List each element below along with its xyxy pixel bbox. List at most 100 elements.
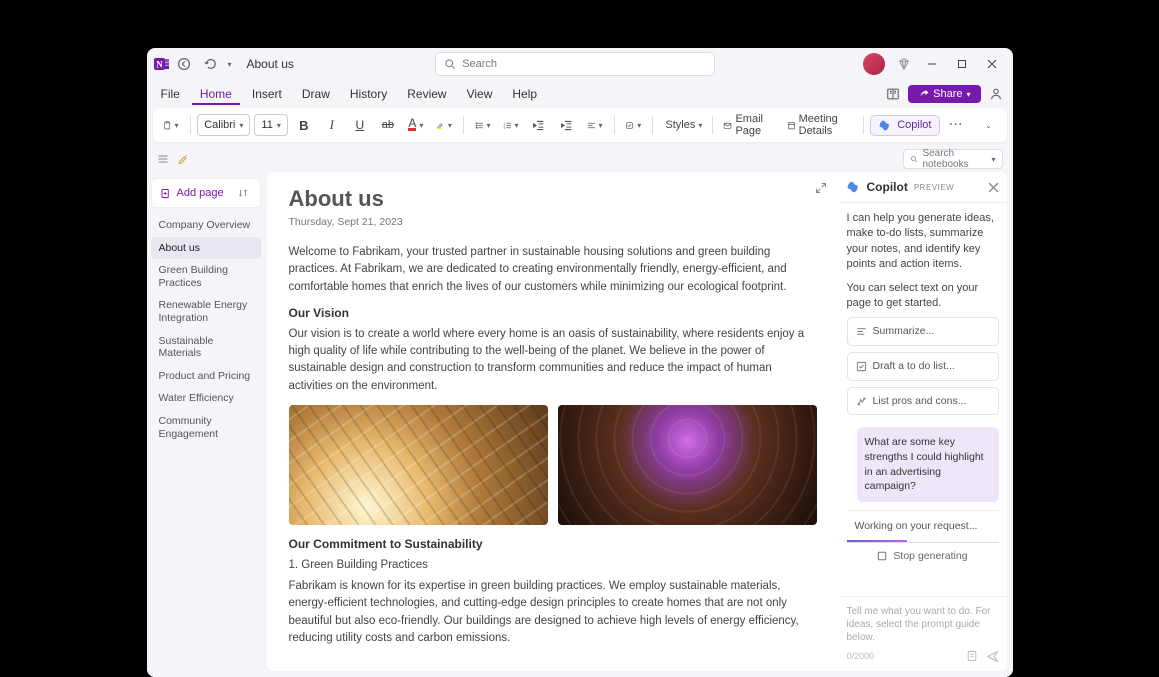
app-window: N ▾ About us Search FileHomeInsertDrawHi… xyxy=(147,48,1013,677)
indent-button[interactable] xyxy=(555,113,579,137)
commit-paragraph: Fabrikam is known for its expertise in g… xyxy=(289,578,817,647)
tag-button[interactable]: ▾ xyxy=(621,113,645,137)
image-wood-architecture xyxy=(289,405,548,525)
search-icon xyxy=(444,58,456,70)
copilot-input-area[interactable]: Tell me what you want to do. For ideas, … xyxy=(839,596,1007,671)
image-dome-architecture xyxy=(558,405,817,525)
page-item[interactable]: Water Efficiency xyxy=(151,387,261,410)
share-icon xyxy=(918,89,929,100)
menu-view[interactable]: View xyxy=(459,83,501,105)
prompt-guide-icon[interactable] xyxy=(966,650,978,662)
page-item[interactable]: Product and Pricing xyxy=(151,365,261,388)
bullets-button[interactable]: ▾ xyxy=(471,113,495,137)
main-area: Add page Company OverviewAbout usGreen B… xyxy=(147,172,1013,677)
paste-button[interactable]: ▾ xyxy=(159,113,183,137)
page-item[interactable]: Green Building Practices xyxy=(151,259,261,294)
font-color-button[interactable]: A▾ xyxy=(404,113,428,137)
strikethrough-button[interactable]: ab xyxy=(376,113,400,137)
global-search-box[interactable]: Search xyxy=(435,52,715,76)
copilot-header: Copilot PREVIEW xyxy=(839,172,1007,203)
menu-bar: FileHomeInsertDrawHistoryReviewViewHelp … xyxy=(147,80,1013,108)
undo-button[interactable] xyxy=(197,51,223,77)
sort-pages-icon[interactable] xyxy=(234,184,252,202)
bold-button[interactable]: B xyxy=(292,113,316,137)
menu-insert[interactable]: Insert xyxy=(244,83,290,105)
maximize-button[interactable] xyxy=(947,50,977,78)
account-manager-icon[interactable] xyxy=(985,83,1007,105)
summarize-icon xyxy=(856,326,867,337)
copilot-icon xyxy=(879,119,892,132)
page-item[interactable]: Community Engagement xyxy=(151,410,261,445)
suggestion-todo[interactable]: Draft a to do list... xyxy=(847,352,999,381)
expand-page-icon[interactable] xyxy=(815,182,827,194)
page-item[interactable]: Company Overview xyxy=(151,214,261,237)
copilot-close-button[interactable] xyxy=(988,182,999,193)
ink-to-text-icon[interactable] xyxy=(177,153,189,165)
user-avatar[interactable] xyxy=(863,53,885,75)
titlebar: N ▾ About us Search xyxy=(147,48,1013,80)
copilot-icon xyxy=(847,180,861,194)
todo-icon xyxy=(856,361,867,372)
copilot-panel: Copilot PREVIEW I can help you generate … xyxy=(839,172,1007,671)
email-page-button[interactable]: Email Page xyxy=(719,113,778,137)
font-family-select[interactable]: Calibri▾ xyxy=(197,114,250,136)
heading-commitment: Our Commitment to Sustainability xyxy=(289,537,817,551)
italic-button[interactable]: I xyxy=(320,113,344,137)
send-icon[interactable] xyxy=(986,650,999,663)
outdent-button[interactable] xyxy=(527,113,551,137)
onenote-app-icon: N xyxy=(153,55,171,73)
svg-text:N: N xyxy=(156,60,163,70)
highlight-button[interactable]: ▾ xyxy=(432,113,456,137)
diamond-icon[interactable] xyxy=(891,51,917,77)
meeting-details-button[interactable]: Meeting Details xyxy=(783,113,856,137)
page-item[interactable]: Renewable Energy Integration xyxy=(151,294,261,329)
menu-file[interactable]: File xyxy=(153,83,188,105)
suggestion-summarize[interactable]: Summarize... xyxy=(847,317,999,346)
qat-customize-chevron[interactable]: ▾ xyxy=(223,51,237,77)
heading-vision: Our Vision xyxy=(289,306,817,320)
share-button[interactable]: Share▾ xyxy=(908,85,980,103)
font-size-select[interactable]: 11▾ xyxy=(254,114,287,136)
copilot-working-status: Working on your request... xyxy=(847,510,999,543)
navigation-bar: Search notebooks ▾ xyxy=(147,146,1013,172)
menu-help[interactable]: Help xyxy=(504,83,545,105)
menu-review[interactable]: Review xyxy=(399,83,454,105)
search-icon xyxy=(910,154,918,164)
add-page-button[interactable]: Add page xyxy=(151,178,261,208)
ribbon-overflow-button[interactable]: ··· xyxy=(944,113,968,137)
page-date: Thursday, Sept 21, 2023 xyxy=(289,216,817,228)
page-item[interactable]: About us xyxy=(151,237,261,260)
copilot-char-count: 0/2000 xyxy=(847,651,875,663)
document-canvas[interactable]: About us Thursday, Sept 21, 2023 Welcome… xyxy=(267,172,839,671)
intro-paragraph: Welcome to Fabrikam, your trusted partne… xyxy=(289,244,817,296)
underline-button[interactable]: U xyxy=(348,113,372,137)
page-title: About us xyxy=(289,186,817,212)
nav-toggle-icon[interactable] xyxy=(157,153,169,165)
close-button[interactable] xyxy=(977,50,1007,78)
copilot-preview-badge: PREVIEW xyxy=(914,183,954,192)
copilot-input-placeholder: Tell me what you want to do. For ideas, … xyxy=(847,605,999,644)
page-list-sidebar: Add page Company OverviewAbout usGreen B… xyxy=(147,172,265,677)
back-button[interactable] xyxy=(171,51,197,77)
document-title: About us xyxy=(247,57,294,71)
ribbon-collapse-chevron[interactable]: ⌄ xyxy=(976,113,1000,137)
menu-history[interactable]: History xyxy=(342,83,395,105)
reading-mode-icon[interactable] xyxy=(882,83,904,105)
minimize-button[interactable] xyxy=(917,50,947,78)
menu-home[interactable]: Home xyxy=(192,83,240,105)
numbering-button[interactable]: 123▾ xyxy=(499,113,523,137)
stop-generating-button[interactable]: Stop generating xyxy=(847,543,999,570)
copilot-ribbon-button[interactable]: Copilot xyxy=(870,115,940,136)
search-notebooks-box[interactable]: Search notebooks ▾ xyxy=(903,149,1003,169)
align-button[interactable]: ▾ xyxy=(583,113,607,137)
search-placeholder: Search xyxy=(462,58,497,70)
vision-paragraph: Our vision is to create a world where ev… xyxy=(289,326,817,395)
image-row xyxy=(289,405,817,525)
copilot-user-message: What are some key strengths I could high… xyxy=(857,427,999,502)
svg-text:3: 3 xyxy=(503,125,505,129)
page-item[interactable]: Sustainable Materials xyxy=(151,330,261,365)
styles-button[interactable]: Styles▾ xyxy=(660,113,705,137)
suggestion-proscons[interactable]: List pros and cons... xyxy=(847,387,999,416)
menu-draw[interactable]: Draw xyxy=(294,83,338,105)
stop-icon xyxy=(877,551,887,561)
